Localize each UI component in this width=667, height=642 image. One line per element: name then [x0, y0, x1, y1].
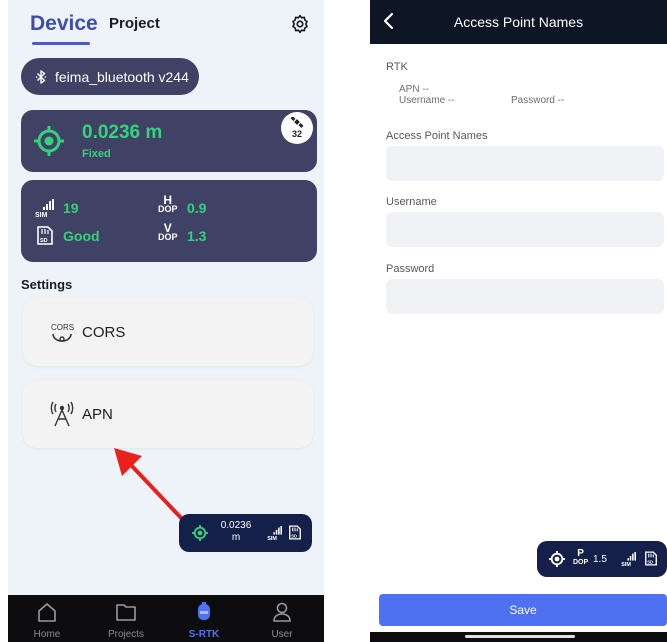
- settings-item-label: APN: [82, 405, 113, 423]
- apn-field-label: Access Point Names: [386, 130, 488, 142]
- gear-icon[interactable]: [290, 14, 310, 34]
- nav-label: Projects: [107, 629, 145, 640]
- mini-precision-value: 0.0236 m: [220, 520, 252, 543]
- satellite-count: 32: [291, 129, 302, 139]
- satellite-icon: [290, 117, 304, 128]
- receiver-icon: [198, 602, 210, 620]
- svg-text:SD: SD: [291, 533, 297, 538]
- password-input[interactable]: [386, 279, 664, 314]
- nav-user[interactable]: User: [252, 595, 312, 642]
- settings-item-label: CORS: [82, 323, 126, 341]
- pdop-value: 1.5: [593, 554, 607, 565]
- tab-project[interactable]: Project: [109, 15, 160, 32]
- nav-s-rtk[interactable]: S-RTK: [174, 595, 234, 642]
- save-button[interactable]: Save: [379, 594, 667, 626]
- screenshot-stage: Device Project feima_bluetooth v244 0.02…: [0, 0, 667, 642]
- pdop-label: P DOP: [573, 548, 589, 567]
- top-tabs: Device Project: [8, 0, 324, 52]
- cors-icon: CORS: [51, 323, 74, 342]
- settings-heading: Settings: [21, 277, 73, 292]
- floating-status-pill[interactable]: 0.0236 m SIM SD: [179, 514, 312, 552]
- hdop-value: 0.9: [187, 200, 207, 216]
- apn-header: Access Point Names: [370, 0, 667, 44]
- nav-projects[interactable]: Projects: [96, 595, 156, 642]
- position-fix-card[interactable]: 0.0236 m Fixed 32: [21, 110, 317, 172]
- gps-target-icon: [549, 551, 565, 567]
- satellite-count-badge: 32: [281, 112, 313, 144]
- apn-screen: Access Point Names RTK APN -- Username -…: [370, 0, 667, 642]
- receiver-stats-card: SIM 19 H DOP 0.9 SD Good V DOP 1.3: [21, 180, 317, 262]
- username-input[interactable]: [386, 212, 664, 247]
- rtk-current-values: APN -- Username --: [399, 84, 455, 106]
- bottom-navigation: Home Projects S-RTK User: [8, 595, 324, 642]
- sd-card-icon: SD: [645, 551, 657, 566]
- hdop-label: H DOP: [158, 193, 178, 214]
- settings-item-cors[interactable]: CORS CORS: [23, 298, 313, 366]
- sd-status-value: Good: [63, 228, 100, 244]
- tab-device-underline: [32, 42, 90, 45]
- antenna-icon: [50, 401, 74, 427]
- user-icon: [273, 602, 291, 622]
- bluetooth-connection-pill[interactable]: feima_bluetooth v244: [21, 58, 199, 95]
- sim-signal-value: 19: [63, 200, 79, 216]
- rtk-apn-value: APN --: [399, 84, 429, 95]
- settings-item-apn[interactable]: APN: [23, 380, 313, 448]
- home-indicator[interactable]: [465, 635, 575, 638]
- svg-text:SD: SD: [647, 559, 653, 564]
- floating-status-pill[interactable]: P DOP 1.5 SIM SD: [537, 541, 667, 577]
- apn-input[interactable]: [386, 146, 664, 181]
- svg-text:SD: SD: [40, 238, 48, 244]
- nav-label: Home: [33, 629, 61, 640]
- tab-device[interactable]: Device: [30, 12, 98, 36]
- fix-status: Fixed: [82, 148, 111, 160]
- folder-icon: [116, 604, 136, 621]
- page-title: Access Point Names: [453, 14, 584, 30]
- home-icon: [38, 603, 56, 622]
- bluetooth-device-name: feima_bluetooth v244: [55, 68, 189, 85]
- rtk-username-value: Username --: [399, 95, 455, 106]
- svg-text:CORS: CORS: [51, 323, 74, 332]
- sd-card-icon: SD: [289, 525, 301, 540]
- vdop-value: 1.3: [187, 228, 207, 244]
- gps-target-icon: [34, 126, 64, 156]
- username-field-label: Username: [386, 196, 437, 208]
- nav-label: User: [271, 629, 293, 640]
- bluetooth-icon: [35, 69, 47, 84]
- svg-text:SIM: SIM: [267, 536, 277, 540]
- password-field-label: Password: [386, 263, 435, 275]
- svg-text:SIM: SIM: [35, 212, 48, 217]
- rtk-section-label: RTK: [386, 61, 408, 73]
- precision-value: 0.0236 m: [82, 122, 163, 143]
- nav-label: S-RTK: [188, 629, 220, 640]
- svg-text:SIM: SIM: [621, 562, 631, 566]
- device-screen: Device Project feima_bluetooth v244 0.02…: [8, 0, 324, 642]
- gps-target-icon: [192, 525, 208, 541]
- vdop-label: V DOP: [158, 221, 178, 242]
- sim-signal-icon: SIM: [267, 526, 282, 540]
- sim-signal-icon: SIM: [35, 199, 54, 217]
- rtk-password-value: Password --: [511, 95, 565, 106]
- sim-signal-icon: SIM: [621, 552, 636, 566]
- sd-card-icon: SD: [37, 226, 53, 245]
- nav-home[interactable]: Home: [17, 595, 77, 642]
